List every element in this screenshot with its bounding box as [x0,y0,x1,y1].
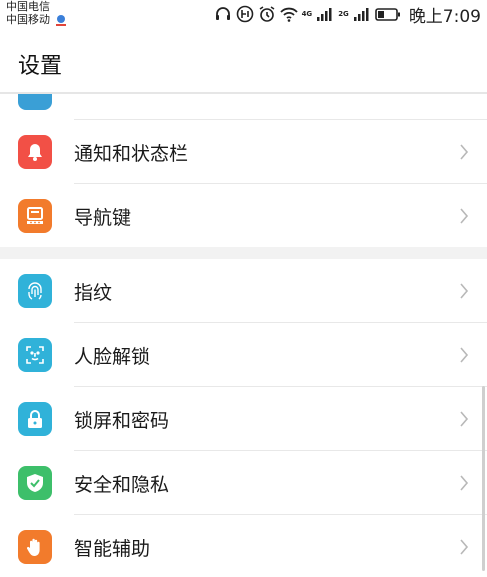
status-bar: 中国电信 中国移动 4G 2G 晚上7:09 [0,0,487,30]
chevron-right-icon [458,409,470,429]
chevron-right-icon [458,281,470,301]
alarm-icon [258,5,276,23]
carrier-info: 中国电信 中国移动 [6,0,68,26]
setting-lock-screen-password[interactable]: 锁屏和密码 [0,387,478,451]
status-icons: 4G 2G 晚上7:09 [214,2,481,27]
lock-icon [18,402,52,436]
setting-navigation-keys[interactable]: 导航键 [0,184,478,248]
fingerprint-icon [18,274,52,308]
battery-icon [375,5,401,23]
setting-label: 安全和隐私 [74,474,170,496]
carrier-1-label: 中国电信 [6,0,50,13]
setting-smart-assistance[interactable]: 智能辅助 [0,515,478,577]
network-4g-label: 4G [301,10,313,18]
scrollbar[interactable] [482,386,485,571]
setting-label: 锁屏和密码 [74,410,170,432]
bell-icon [18,135,52,169]
setting-fingerprint[interactable]: 指纹 [0,259,478,323]
chevron-right-icon [458,473,470,493]
setting-label: 通知和状态栏 [74,143,189,165]
signal-2g-icon [353,5,371,23]
group-separator [0,247,487,259]
setting-label: 智能辅助 [74,538,151,560]
hd-call-icon [236,5,254,23]
carrier-2-label: 中国移动 [6,13,50,26]
setting-label: 人脸解锁 [74,346,151,368]
clock-time: 晚上7:09 [408,6,481,27]
wifi-icon [279,5,298,23]
page-title: 设置 [18,54,63,79]
chevron-right-icon [458,206,470,226]
network-2g-label: 2G [338,10,349,18]
app-header: 设置 [0,30,487,94]
face-unlock-icon [18,338,52,372]
signal-4g-icon [316,5,334,23]
chevron-right-icon [458,537,470,557]
partial-setting-row [0,94,487,119]
chevron-right-icon [458,142,470,162]
setting-security-privacy[interactable]: 安全和隐私 [0,451,478,515]
setting-label: 指纹 [74,282,113,304]
carrier-badge-icon [54,14,68,26]
setting-notifications-status-bar[interactable]: 通知和状态栏 [0,120,478,184]
chevron-right-icon [458,345,470,365]
hand-icon [18,530,52,564]
partial-setting-icon [18,94,52,110]
headset-icon [214,5,232,23]
navigation-key-icon [18,199,52,233]
setting-face-unlock[interactable]: 人脸解锁 [0,323,478,387]
setting-label: 导航键 [74,207,132,229]
shield-check-icon [18,466,52,500]
